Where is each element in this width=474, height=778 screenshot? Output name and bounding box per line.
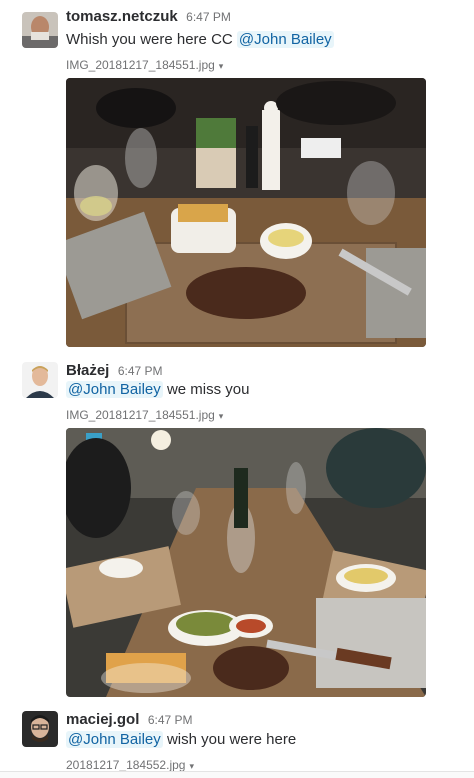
avatar[interactable] bbox=[22, 711, 58, 747]
message-text: @John Bailey wish you were here bbox=[66, 731, 296, 748]
user-mention[interactable]: @John Bailey bbox=[66, 381, 163, 398]
avatar[interactable] bbox=[22, 12, 58, 48]
username[interactable]: Błażej bbox=[66, 362, 109, 379]
user-photo-icon bbox=[22, 711, 58, 747]
image-attachment[interactable] bbox=[66, 78, 426, 347]
message-header: maciej.gol 6:47 PM bbox=[66, 711, 193, 729]
image-attachment[interactable] bbox=[66, 428, 426, 697]
restaurant-table-photo bbox=[66, 78, 426, 347]
file-name-label[interactable]: IMG_20181217_184551.jpg bbox=[66, 408, 215, 422]
username[interactable]: tomasz.netczuk bbox=[66, 8, 178, 25]
message-text-after: we miss you bbox=[162, 381, 250, 398]
restaurant-table-photo bbox=[66, 428, 426, 697]
user-mention[interactable]: @John Bailey bbox=[236, 31, 334, 48]
user-mention[interactable]: @John Bailey bbox=[66, 731, 163, 748]
timestamp[interactable]: 6:47 PM bbox=[148, 713, 193, 727]
message-text-before: Whish you were here CC bbox=[66, 31, 237, 48]
timestamp[interactable]: 6:47 PM bbox=[118, 364, 163, 378]
avatar[interactable] bbox=[22, 362, 58, 398]
file-name-label[interactable]: 20181217_184552.jpg bbox=[66, 758, 185, 772]
timestamp[interactable]: 6:47 PM bbox=[186, 10, 231, 24]
message-header: Błażej 6:47 PM bbox=[66, 362, 163, 380]
message-header: tomasz.netczuk 6:47 PM bbox=[66, 8, 231, 26]
chevron-down-icon[interactable]: ▾ bbox=[219, 61, 224, 71]
message-text: @John Bailey we miss you bbox=[66, 381, 249, 398]
user-photo-icon bbox=[22, 362, 58, 398]
user-photo-icon bbox=[22, 12, 58, 48]
chevron-down-icon[interactable]: ▾ bbox=[219, 411, 224, 421]
message-text-after: wish you were here bbox=[162, 731, 297, 748]
chevron-down-icon[interactable]: ▾ bbox=[189, 761, 194, 771]
file-name[interactable]: IMG_20181217_184551.jpg ▾ bbox=[66, 408, 223, 422]
file-name[interactable]: IMG_20181217_184551.jpg ▾ bbox=[66, 58, 223, 72]
message-text: Whish you were here CC @John Bailey bbox=[66, 31, 334, 48]
message-list-bottom-edge bbox=[0, 771, 474, 778]
file-name[interactable]: 20181217_184552.jpg ▾ bbox=[66, 758, 194, 772]
file-name-label[interactable]: IMG_20181217_184551.jpg bbox=[66, 58, 215, 72]
username[interactable]: maciej.gol bbox=[66, 711, 139, 728]
